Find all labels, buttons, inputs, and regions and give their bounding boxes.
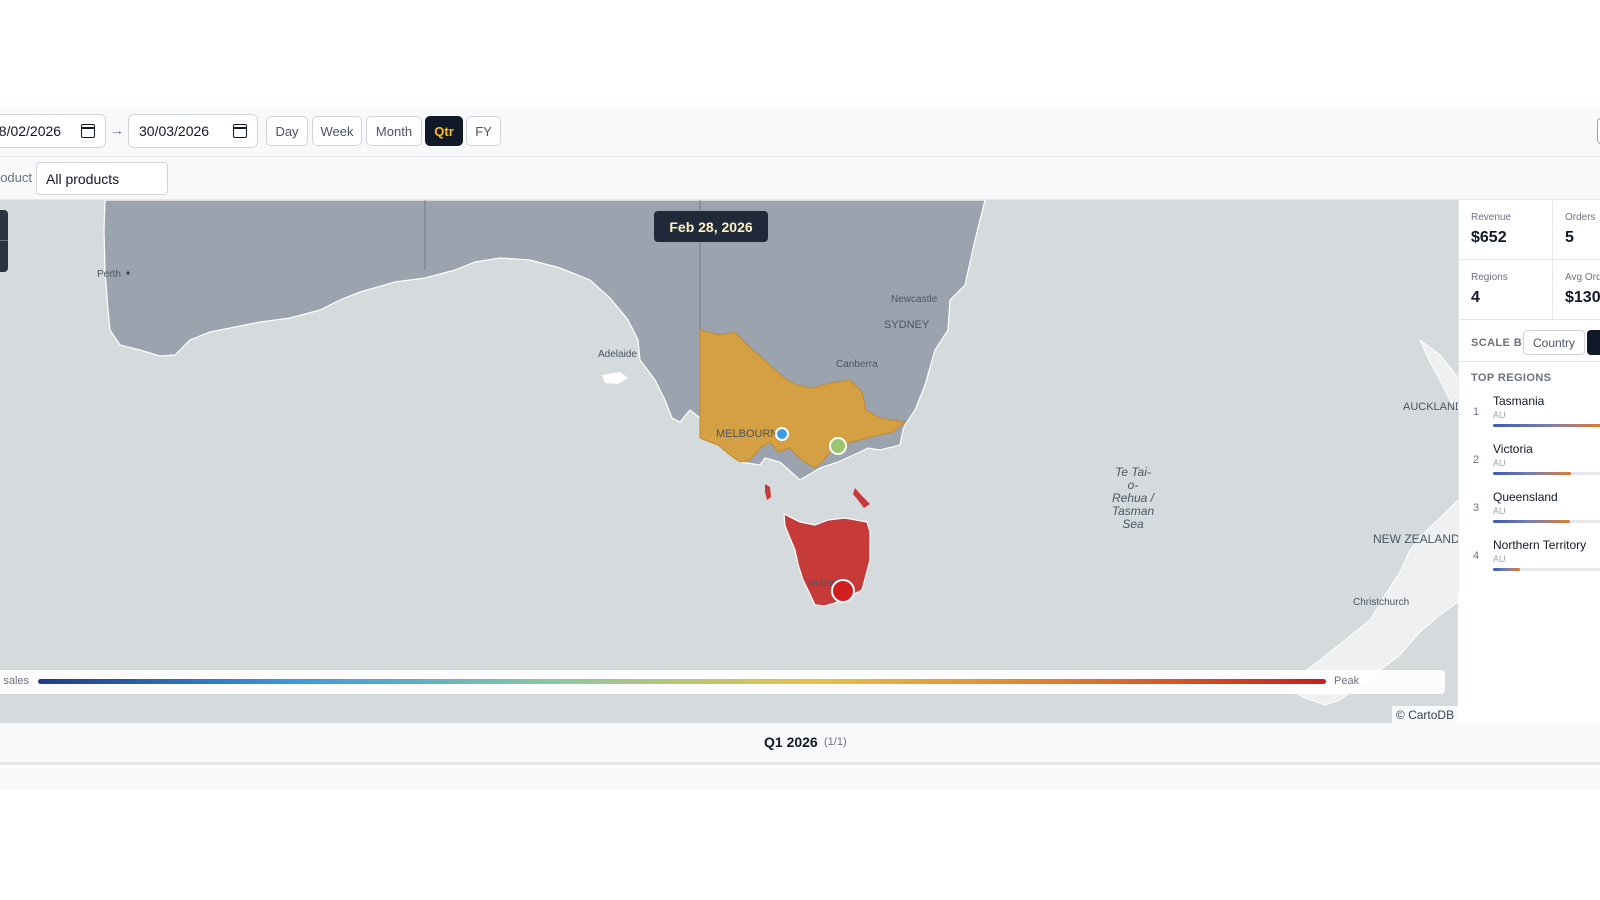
granularity-qtr-button[interactable]: Qtr bbox=[425, 116, 463, 146]
calendar-icon[interactable] bbox=[233, 124, 247, 138]
range-arrow: → bbox=[110, 122, 124, 138]
region-share-bar bbox=[1493, 472, 1571, 475]
region-share-bar bbox=[1493, 424, 1600, 427]
region-country: AU bbox=[1493, 410, 1506, 420]
top-regions-title: TOP REGIONS bbox=[1471, 372, 1552, 384]
label-perth: Perth bbox=[97, 269, 121, 280]
region-country: AU bbox=[1493, 458, 1506, 468]
region-rank: 3 bbox=[1473, 502, 1480, 514]
product-filter-label: Product bbox=[0, 170, 32, 185]
region-country: AU bbox=[1493, 506, 1506, 516]
stat-avg-order: Avg Order $130 bbox=[1553, 260, 1600, 320]
calendar-icon[interactable] bbox=[81, 124, 95, 138]
zoom-control[interactable] bbox=[0, 210, 8, 272]
tasman-sea-line: Te Tai- bbox=[1115, 465, 1151, 479]
stat-value: $652 bbox=[1471, 229, 1507, 246]
region-share-bar bbox=[1493, 568, 1520, 571]
label-canberra: Canberra bbox=[836, 359, 878, 370]
top-region-item[interactable]: 4 Northern Territory AU bbox=[1459, 534, 1600, 582]
tasman-sea-line: Sea bbox=[1122, 517, 1144, 531]
stat-value: 5 bbox=[1565, 229, 1574, 246]
product-select-value: All products bbox=[46, 170, 120, 187]
label-adelaide: Adelaide bbox=[598, 349, 637, 360]
stat-value: $130 bbox=[1565, 289, 1600, 306]
date-toolbar: 28/02/2026 → 30/03/2026 Day Week Month Q… bbox=[0, 108, 1600, 157]
label-christchurch: Christchurch bbox=[1353, 597, 1409, 608]
label-auckland: AUCKLAND bbox=[1403, 401, 1458, 413]
label-sydney: SYDNEY bbox=[884, 319, 930, 331]
legend-low-label: No sales bbox=[0, 675, 29, 687]
stat-revenue: Revenue $652 bbox=[1459, 200, 1553, 260]
stat-label: Regions bbox=[1471, 272, 1508, 283]
end-date-input[interactable]: 30/03/2026 bbox=[128, 114, 258, 148]
stat-orders: Orders 5 bbox=[1553, 200, 1600, 260]
region-country: AU bbox=[1493, 554, 1506, 564]
filter-bar: Product All products bbox=[0, 157, 1600, 200]
stats-panel: Revenue $652 Orders 5 Regions 4 Avg Orde… bbox=[1458, 200, 1600, 594]
end-date-value: 30/03/2026 bbox=[139, 123, 210, 139]
stat-regions: Regions 4 bbox=[1459, 260, 1553, 320]
region-name: Queensland bbox=[1493, 490, 1558, 504]
scale-by-row: SCALE BY Country bbox=[1459, 322, 1600, 362]
map-canvas[interactable]: Perth Adelaide MELBOURNE SYDNEY Newcastl… bbox=[0, 200, 1458, 723]
legend-high-label: Peak bbox=[1334, 675, 1360, 687]
start-date-value: 28/02/2026 bbox=[0, 123, 62, 139]
granularity-day-button[interactable]: Day bbox=[266, 116, 308, 146]
stat-label: Revenue bbox=[1471, 212, 1512, 223]
tasman-sea-line: o- bbox=[1128, 478, 1139, 492]
stat-label: Orders bbox=[1565, 212, 1596, 223]
sales-map-app: 28/02/2026 → 30/03/2026 Day Week Month Q… bbox=[0, 108, 1600, 790]
map-attribution[interactable]: © CartoDB bbox=[1392, 706, 1458, 723]
sales-marker[interactable] bbox=[775, 427, 789, 441]
stat-value: 4 bbox=[1471, 289, 1480, 306]
footer-strip bbox=[0, 768, 1600, 790]
label-newcastle: Newcastle bbox=[891, 294, 938, 305]
region-name: Northern Territory bbox=[1493, 538, 1587, 552]
stat-label: Avg Order bbox=[1565, 272, 1600, 283]
timeline-count: (1/1) bbox=[824, 736, 847, 748]
start-date-input[interactable]: 28/02/2026 bbox=[0, 114, 106, 148]
scale-country-button[interactable]: Country bbox=[1523, 330, 1585, 355]
color-legend: No sales Peak bbox=[0, 670, 1445, 694]
region-rank: 1 bbox=[1473, 406, 1480, 418]
top-region-item[interactable]: 1 Tasmania AU bbox=[1459, 390, 1600, 438]
zoom-divider bbox=[0, 240, 8, 241]
product-select[interactable]: All products bbox=[36, 162, 168, 195]
timeline-period: Q1 2026 bbox=[764, 734, 818, 750]
granularity-fy-button[interactable]: FY bbox=[466, 116, 501, 146]
legend-gradient-bar bbox=[38, 679, 1326, 684]
sales-marker[interactable] bbox=[829, 437, 847, 455]
sales-map[interactable]: Perth Adelaide MELBOURNE SYDNEY Newcastl… bbox=[0, 200, 1458, 723]
timeline-bar: Q1 2026 (1/1) bbox=[0, 723, 1600, 765]
region-rank: 2 bbox=[1473, 454, 1480, 466]
scale-state-button[interactable] bbox=[1587, 330, 1600, 355]
date-tooltip: Feb 28, 2026 bbox=[654, 211, 768, 242]
granularity-week-button[interactable]: Week bbox=[312, 116, 362, 146]
tasman-sea-line: Tasman bbox=[1112, 504, 1155, 518]
region-name: Tasmania bbox=[1493, 394, 1545, 408]
top-region-item[interactable]: 3 Queensland AU bbox=[1459, 486, 1600, 534]
top-region-item[interactable]: 2 Victoria AU bbox=[1459, 438, 1600, 486]
tasman-sea-line: Rehua / bbox=[1112, 491, 1156, 505]
region-rank: 4 bbox=[1473, 550, 1480, 562]
region-name: Victoria bbox=[1493, 442, 1533, 456]
scale-by-label: SCALE BY bbox=[1471, 337, 1530, 349]
label-new-zealand: NEW ZEALAND bbox=[1373, 532, 1458, 546]
region-share-bar bbox=[1493, 520, 1570, 523]
granularity-month-button[interactable]: Month bbox=[366, 116, 422, 146]
sales-marker[interactable] bbox=[831, 579, 855, 603]
city-dot bbox=[126, 271, 130, 275]
